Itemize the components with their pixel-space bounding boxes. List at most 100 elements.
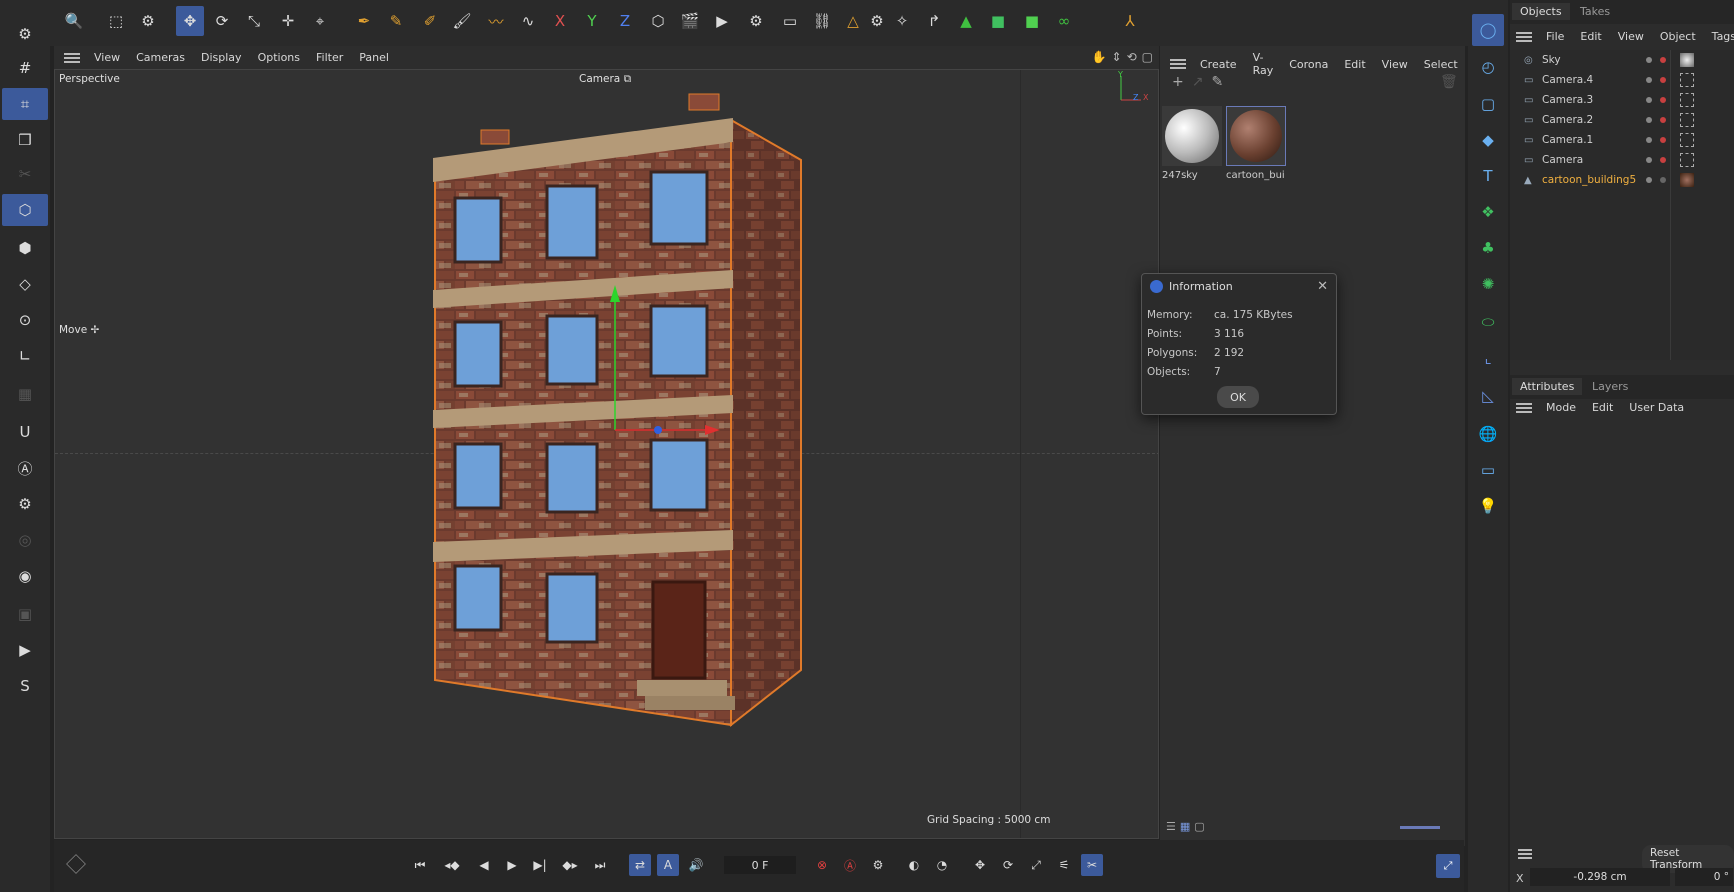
- mat-menu-select[interactable]: Select: [1416, 58, 1466, 71]
- obj-menu-edit[interactable]: Edit: [1572, 30, 1609, 43]
- y-axis-icon[interactable]: Y: [578, 6, 606, 36]
- polygon-mode-icon[interactable]: ⬡: [2, 194, 48, 226]
- dolly-icon[interactable]: ⇕: [1112, 50, 1122, 64]
- edge-icon[interactable]: ◇: [2, 268, 48, 300]
- object-row-camera2[interactable]: ▭ Camera.2: [1524, 111, 1724, 129]
- attributes-menu-icon[interactable]: [1516, 402, 1532, 413]
- spline-tool-icon[interactable]: ◴: [1472, 51, 1504, 83]
- camera-tag-icon[interactable]: [1680, 113, 1694, 127]
- sphere-tool-icon[interactable]: ◯: [1472, 14, 1504, 46]
- material-menu-icon[interactable]: [1170, 59, 1186, 69]
- render-small-icon[interactable]: ▣: [2, 598, 48, 630]
- fcurve-icon[interactable]: ⤢: [1436, 854, 1460, 878]
- arrow-icon[interactable]: ↱: [920, 6, 948, 36]
- render-settings-icon[interactable]: ⚙: [742, 6, 770, 36]
- obj-menu-tags[interactable]: Tags: [1704, 30, 1734, 43]
- eyedropper-icon[interactable]: ✎: [1211, 74, 1223, 90]
- obj-menu-view[interactable]: View: [1610, 30, 1652, 43]
- pyramid-icon[interactable]: ▲: [952, 6, 980, 36]
- viewport-menu-view[interactable]: View: [86, 51, 128, 64]
- visibility-dot-icon[interactable]: [1660, 77, 1666, 83]
- x-axis-icon[interactable]: X: [546, 6, 574, 36]
- mat-menu-create[interactable]: Create: [1192, 58, 1245, 71]
- layer-dot-icon[interactable]: [1646, 177, 1652, 183]
- x-coord-field[interactable]: -0.298 cm: [1530, 868, 1670, 886]
- visibility-dot-icon[interactable]: [1660, 117, 1666, 123]
- fracture-icon[interactable]: ◺: [1472, 380, 1504, 412]
- tab-layers[interactable]: Layers: [1592, 380, 1628, 393]
- world-coords-icon[interactable]: ⬡: [644, 6, 672, 36]
- coords-menu-icon[interactable]: [1518, 849, 1532, 859]
- deformer-icon[interactable]: ⬭: [1472, 306, 1504, 338]
- attr-menu-mode[interactable]: Mode: [1538, 401, 1584, 414]
- settings-icon[interactable]: ⚙: [2, 488, 48, 520]
- close-icon[interactable]: ✕: [1317, 279, 1328, 294]
- layer-dot-icon[interactable]: [1646, 77, 1652, 83]
- prev-frame-icon[interactable]: ◀: [473, 854, 495, 876]
- maximize-icon[interactable]: ▢: [1142, 50, 1153, 64]
- tab-takes[interactable]: Takes: [1580, 5, 1610, 18]
- mat-menu-view[interactable]: View: [1374, 58, 1416, 71]
- rect-tool-icon[interactable]: ▢: [1472, 88, 1504, 120]
- param-key-icon[interactable]: ⚟: [1053, 854, 1075, 876]
- camera-label[interactable]: Camera ⧉: [579, 73, 631, 86]
- material-view-toggles[interactable]: ☰ ▦ ▢: [1166, 820, 1205, 833]
- layer-dot-icon[interactable]: [1646, 57, 1652, 63]
- generator-icon[interactable]: ❖: [1472, 196, 1504, 228]
- motion-icon[interactable]: ◐: [903, 854, 925, 876]
- visibility-dot-icon[interactable]: [1660, 57, 1666, 63]
- camera-tag-icon[interactable]: [1680, 73, 1694, 87]
- visibility-dot-icon[interactable]: [1660, 157, 1666, 163]
- camera-tag-icon[interactable]: [1680, 93, 1694, 107]
- cubes-icon[interactable]: ❒: [2, 124, 48, 156]
- magnet-icon[interactable]: U: [2, 416, 48, 448]
- keyframe-icon[interactable]: [66, 854, 86, 874]
- rotate-icon[interactable]: ⟳: [208, 6, 236, 36]
- sketch-icon[interactable]: ∿: [514, 6, 542, 36]
- brush-icon[interactable]: 🖌: [448, 6, 476, 36]
- material-tag-icon[interactable]: [1680, 173, 1694, 187]
- grid-icon[interactable]: #: [2, 52, 48, 84]
- move-key-icon[interactable]: ✥: [969, 854, 991, 876]
- link-icon[interactable]: ⛓: [808, 6, 836, 36]
- material-cartoon-building[interactable]: [1226, 106, 1286, 166]
- figure-icon[interactable]: ⅄: [1116, 6, 1144, 36]
- smooth-icon[interactable]: 〰: [482, 6, 510, 36]
- orbit-icon[interactable]: ⟲: [1127, 50, 1137, 64]
- viewport-menu-options[interactable]: Options: [250, 51, 308, 64]
- object-row-camera4[interactable]: ▭ Camera.4: [1524, 71, 1724, 89]
- effector-icon[interactable]: ✺: [1472, 268, 1504, 300]
- visibility-dot-icon[interactable]: [1660, 137, 1666, 143]
- search-icon[interactable]: 🔍: [60, 6, 88, 36]
- viewport-menu-panel[interactable]: Panel: [351, 51, 397, 64]
- eye-icon[interactable]: ◉: [2, 560, 48, 592]
- material-size-slider[interactable]: [1400, 826, 1440, 829]
- obj-menu-file[interactable]: File: [1538, 30, 1572, 43]
- scale-icon[interactable]: ⤡: [240, 6, 268, 36]
- viewport-menu-display[interactable]: Display: [193, 51, 250, 64]
- next-frame-icon[interactable]: ▶|: [529, 854, 551, 876]
- object-row-sky[interactable]: ◎ Sky: [1524, 51, 1724, 69]
- knife-icon[interactable]: ✂: [2, 158, 48, 190]
- move-icon[interactable]: ✥: [176, 6, 204, 36]
- object-row-camera1[interactable]: ▭ Camera.1: [1524, 131, 1724, 149]
- prev-key-icon[interactable]: ◂◆: [441, 854, 463, 876]
- obj-menu-object[interactable]: Object: [1652, 30, 1704, 43]
- add-material-icon[interactable]: +: [1172, 74, 1184, 90]
- layer-dot-icon[interactable]: [1646, 97, 1652, 103]
- go-end-icon[interactable]: ⏭: [589, 854, 611, 876]
- spline-green-icon[interactable]: ∞: [1050, 6, 1078, 36]
- play-render-icon[interactable]: ▶: [2, 634, 48, 666]
- layer-dot-icon[interactable]: [1646, 157, 1652, 163]
- gear-icon[interactable]: ⚙: [2, 18, 48, 50]
- environment-icon[interactable]: 🌐: [1472, 418, 1504, 450]
- text-tool-icon[interactable]: T: [1472, 160, 1504, 192]
- go-start-icon[interactable]: ⏮: [409, 854, 431, 876]
- object-row-camera[interactable]: ▭ Camera: [1524, 151, 1724, 169]
- viewport-menu-cameras[interactable]: Cameras: [128, 51, 193, 64]
- key-settings-icon[interactable]: ⚙: [867, 854, 889, 876]
- dots-icon[interactable]: ✧: [888, 6, 916, 36]
- mat-menu-vray[interactable]: V-Ray: [1245, 51, 1282, 77]
- point-icon[interactable]: ⊙: [2, 304, 48, 336]
- spline-brush-icon[interactable]: ✎: [382, 6, 410, 36]
